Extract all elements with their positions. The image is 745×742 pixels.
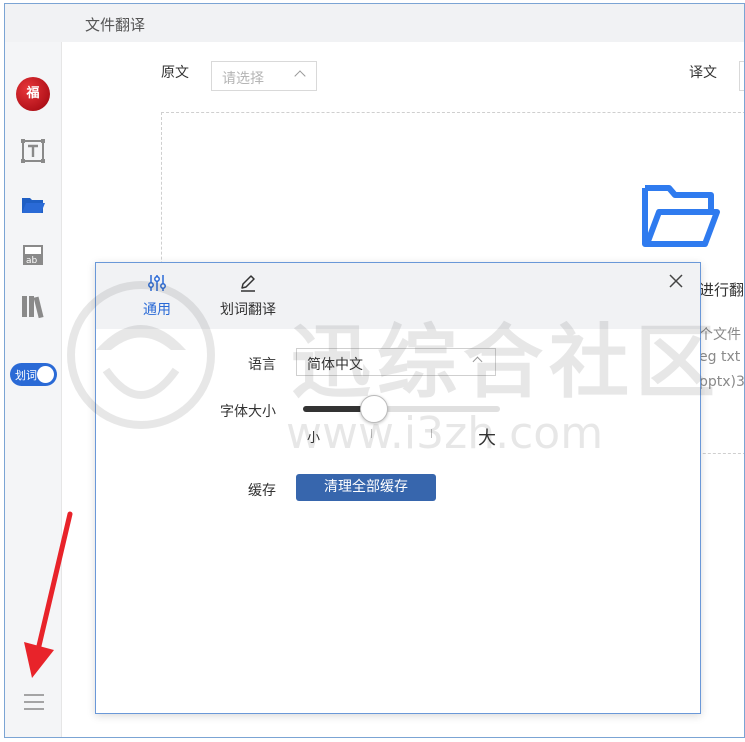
- font-size-slider[interactable]: [303, 395, 500, 423]
- window-title: 文件翻译: [85, 16, 146, 34]
- source-language-placeholder: 请选择: [222, 71, 264, 87]
- chevron-up-icon: [472, 356, 483, 367]
- sidebar: 福 ab 划词: [5, 42, 62, 737]
- drop-hint-line: 个文件: [699, 327, 741, 343]
- toggle-label: 划词: [15, 369, 37, 382]
- target-language-select[interactable]: [739, 61, 744, 91]
- source-language-label: 原文: [161, 65, 189, 81]
- drop-hint-title: 进行翻: [699, 281, 745, 299]
- slider-tick: [371, 429, 372, 438]
- folder-open-icon: [642, 185, 720, 247]
- language-select[interactable]: 简体中文: [296, 348, 496, 376]
- slider-handle[interactable]: [359, 395, 388, 423]
- library-icon[interactable]: [20, 293, 46, 319]
- clear-cache-button[interactable]: 清理全部缓存: [296, 474, 436, 501]
- hamburger-menu-icon[interactable]: [22, 692, 46, 712]
- close-icon[interactable]: [668, 273, 684, 289]
- settings-tabs-bar: 通用 划词翻译: [96, 263, 700, 329]
- tab-general[interactable]: 通用: [140, 273, 174, 319]
- source-language-select[interactable]: 请选择: [211, 61, 317, 91]
- slider-tick: [431, 429, 432, 438]
- drop-hint-line: pptx)30: [699, 374, 745, 390]
- chevron-up-icon: [294, 70, 306, 82]
- sliders-icon: [148, 275, 166, 291]
- text-box-icon[interactable]: [20, 138, 46, 164]
- cache-label: 缓存: [248, 483, 276, 499]
- target-language-label: 译文: [689, 65, 717, 81]
- settings-dialog: 通用 划词翻译 语言 简体中文 字体大小 小 大 缓存 清理全部缓存: [95, 262, 701, 714]
- pencil-icon: [241, 275, 255, 292]
- word-select-toggle[interactable]: 划词: [10, 363, 57, 386]
- drop-hint-line: eg txt x: [699, 349, 744, 365]
- ab-doc-icon[interactable]: ab: [20, 242, 46, 268]
- language-label: 语言: [248, 357, 276, 373]
- title-bar: 文件翻译: [5, 4, 744, 42]
- font-size-large-label: 大: [478, 428, 496, 449]
- folder-icon[interactable]: [20, 192, 46, 218]
- tab-word-translate[interactable]: 划词翻译: [216, 273, 280, 319]
- toggle-knob: [37, 366, 54, 383]
- language-value: 简体中文: [307, 357, 363, 373]
- svg-text:ab: ab: [26, 256, 38, 266]
- font-size-label: 字体大小: [220, 404, 276, 420]
- font-size-small-label: 小: [307, 431, 321, 446]
- tab-word-translate-label: 划词翻译: [220, 302, 276, 318]
- tab-general-label: 通用: [143, 302, 171, 318]
- avatar[interactable]: 福: [16, 77, 50, 111]
